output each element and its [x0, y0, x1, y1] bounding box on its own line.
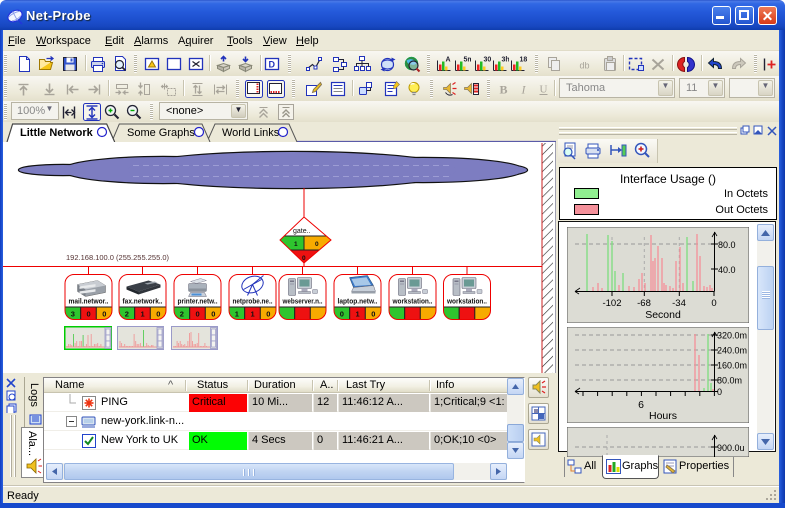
svg-text:printer.netw..: printer.netw..	[178, 299, 218, 306]
svg-text:1: 1	[235, 310, 239, 319]
svg-text:3: 3	[71, 310, 75, 319]
svg-text:B: B	[500, 83, 508, 97]
svg-text:laptop.netw..: laptop.netw..	[338, 299, 378, 306]
svg-text:db: db	[580, 61, 590, 71]
svg-text:webserver.n..: webserver.n..	[282, 299, 323, 306]
svg-text:0: 0	[302, 255, 306, 262]
svg-text:0: 0	[711, 298, 716, 309]
svg-text:workstation..: workstation..	[392, 299, 433, 306]
svg-text:160.0m: 160.0m	[717, 361, 747, 371]
svg-text:fax.network..: fax.network..	[123, 299, 163, 306]
svg-text:netprobe.ne..: netprobe.ne..	[233, 299, 273, 306]
svg-text:1: 1	[251, 310, 255, 319]
svg-text:-68: -68	[637, 298, 651, 309]
svg-text:0: 0	[340, 310, 344, 319]
svg-text:18h: 18h	[520, 57, 528, 64]
svg-text:0: 0	[266, 310, 270, 319]
svg-text:6: 6	[638, 399, 644, 411]
svg-text:0: 0	[717, 387, 722, 397]
svg-text:0: 0	[87, 310, 91, 319]
svg-text:80.0m: 80.0m	[717, 376, 742, 386]
svg-text:-102: -102	[602, 298, 621, 309]
svg-text:0: 0	[371, 310, 375, 319]
svg-text:0: 0	[102, 310, 106, 319]
svg-text:Some Graphs: Some Graphs	[127, 127, 195, 139]
svg-text:192.168.100.0 (255.255.255.0): 192.168.100.0 (255.255.255.0)	[66, 253, 170, 262]
svg-text:D: D	[269, 60, 276, 70]
svg-text:gate..: gate..	[293, 228, 311, 235]
svg-text:U: U	[540, 84, 548, 96]
svg-text:A: A	[446, 57, 451, 64]
svg-text:workstation..: workstation..	[446, 299, 487, 306]
svg-text:320.0m: 320.0m	[717, 331, 747, 341]
svg-text:240.0m: 240.0m	[717, 346, 747, 356]
svg-text:1: 1	[356, 310, 360, 319]
svg-text:World Links: World Links	[222, 127, 280, 139]
svg-text:Little Network: Little Network	[20, 127, 94, 139]
svg-text:40.0: 40.0	[718, 265, 736, 275]
svg-text:0: 0	[315, 241, 319, 248]
svg-text:1: 1	[141, 310, 145, 319]
svg-text:-34: -34	[672, 298, 686, 309]
svg-text:2: 2	[125, 310, 129, 319]
svg-text:5m: 5m	[464, 57, 472, 64]
svg-text:1: 1	[294, 241, 298, 248]
svg-text:I: I	[521, 83, 527, 97]
svg-text:Second: Second	[645, 309, 681, 321]
svg-text:80.0: 80.0	[718, 240, 736, 250]
svg-text:30m: 30m	[484, 57, 492, 64]
svg-text:0: 0	[196, 310, 200, 319]
svg-text:Hours: Hours	[649, 410, 677, 422]
svg-text:2: 2	[180, 310, 184, 319]
svg-text:0: 0	[156, 310, 160, 319]
svg-text:900.0u: 900.0u	[717, 443, 745, 453]
svg-text:3h: 3h	[502, 57, 510, 64]
svg-text:0: 0	[211, 310, 215, 319]
svg-text:mail.networ..: mail.networ..	[69, 299, 109, 306]
